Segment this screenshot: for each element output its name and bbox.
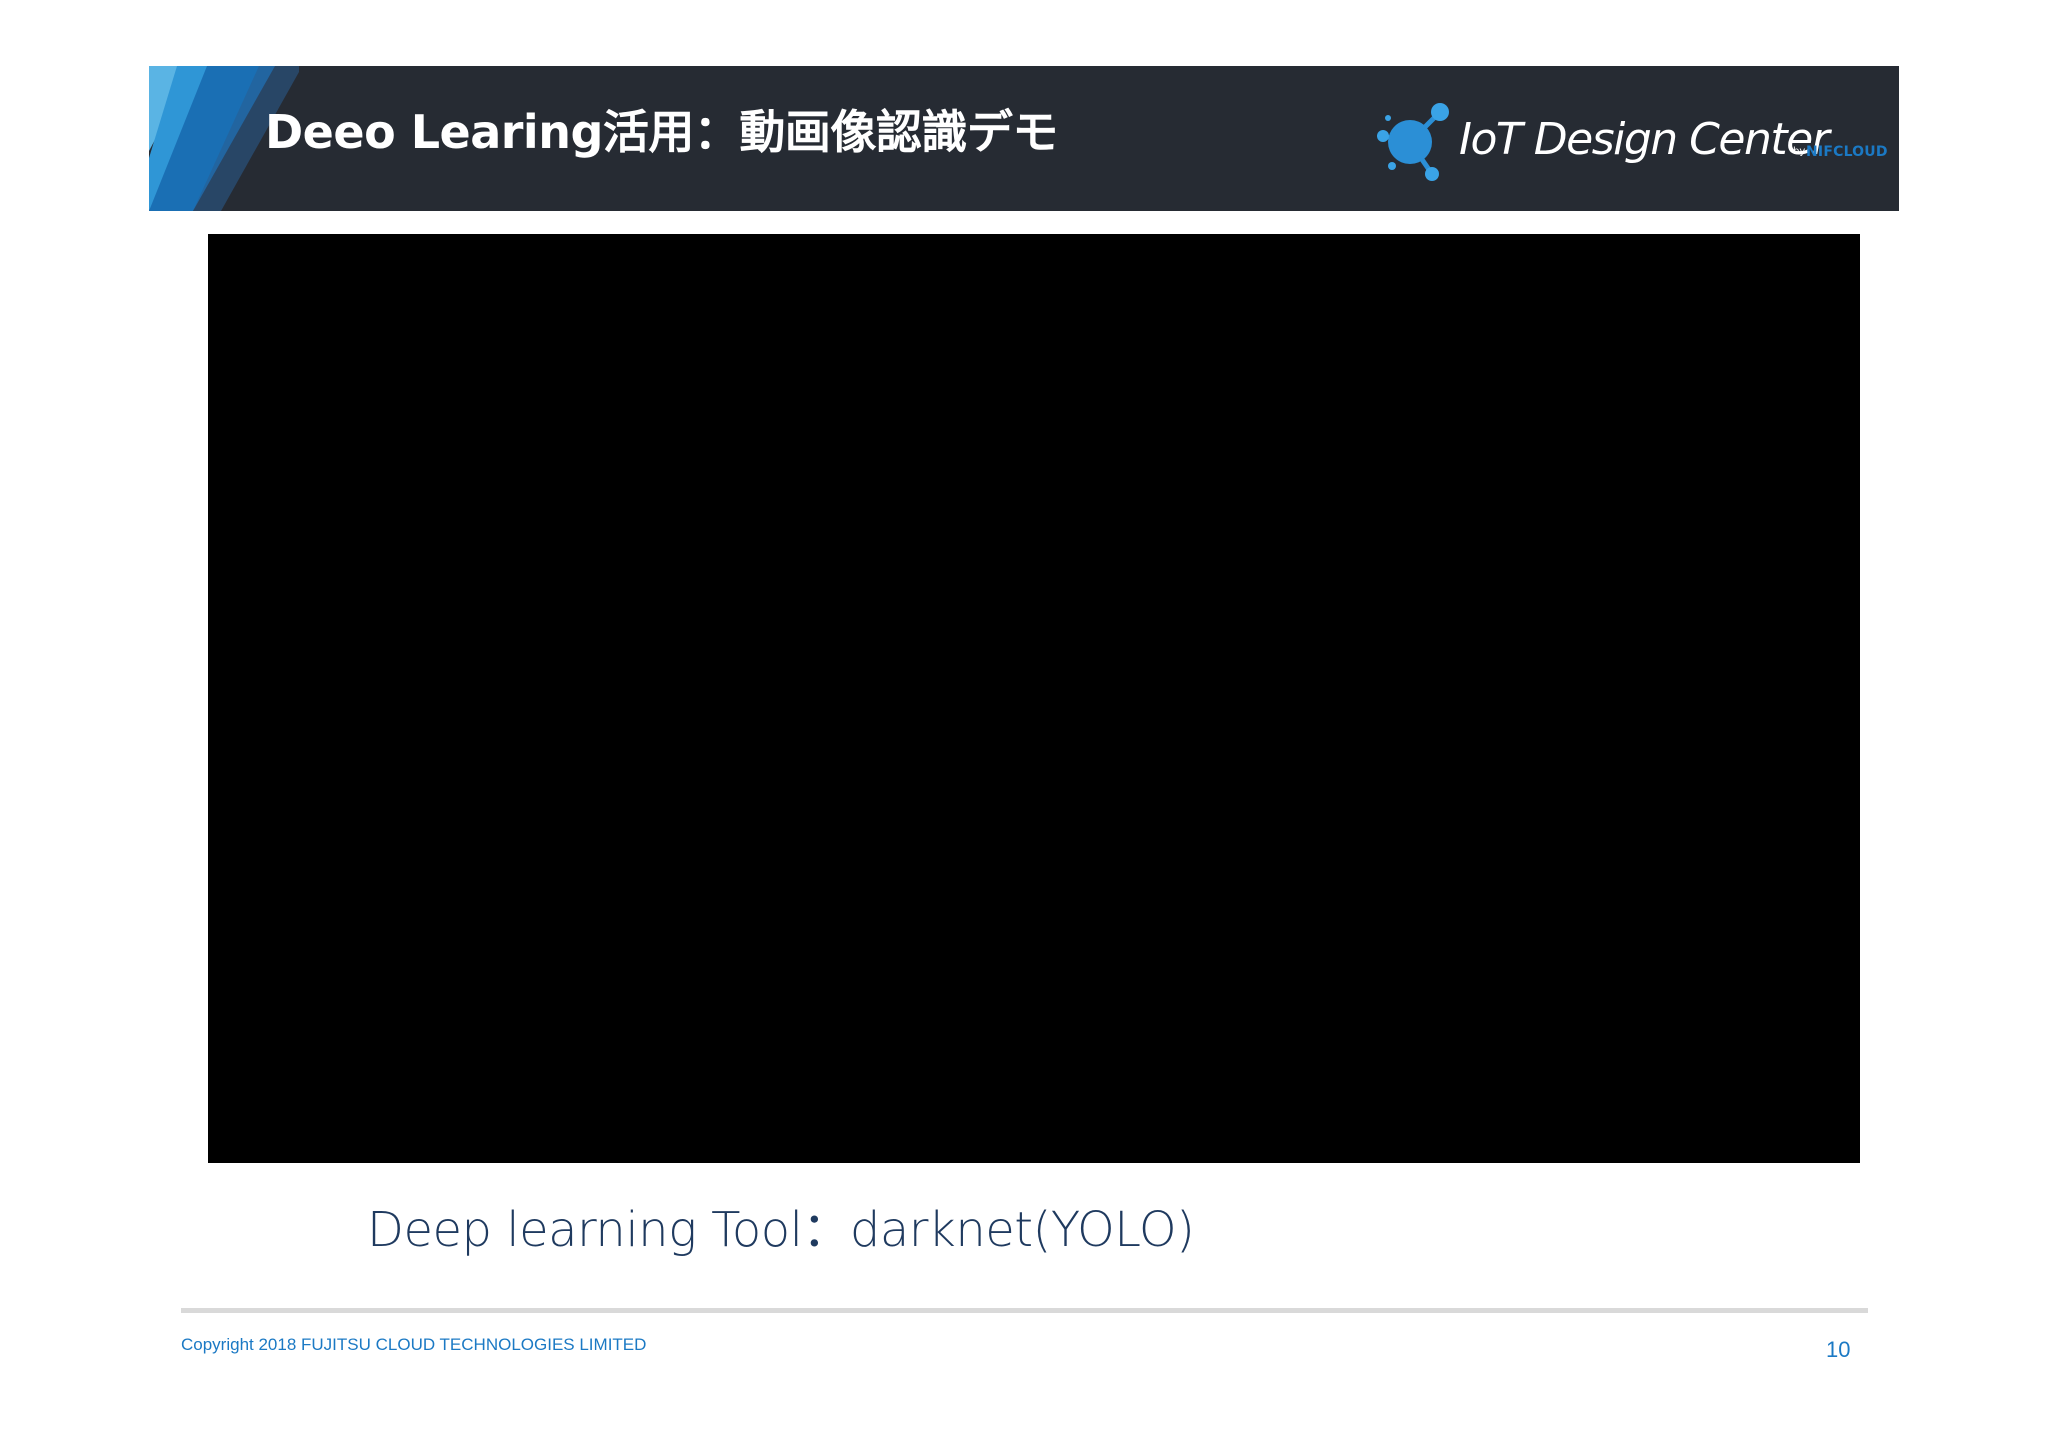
logo-wordmark: IoT Design Center <box>1459 114 1830 165</box>
slide-title: Deeo Learing活用：動画像認識デモ <box>265 105 1058 159</box>
page-number: 10 <box>1826 1337 1851 1362</box>
logo-brand-nifcloud: NIFCLOUD <box>1806 144 1888 160</box>
iot-design-center-logo: IoT Design Center by NIFCLOUD <box>1374 86 1887 196</box>
copyright-text: Copyright 2018 FUJITSU CLOUD TECHNOLOGIE… <box>181 1335 647 1354</box>
iot-molecule-icon <box>1377 103 1449 181</box>
slide-caption: Deep learning Tool：darknet(YOLO) <box>367 1202 1195 1258</box>
slide-header: Deeo Learing活用：動画像認識デモ IoT Design Center… <box>149 66 1899 211</box>
logo-by-label: by <box>1793 146 1806 157</box>
video-player[interactable] <box>208 234 1860 1163</box>
footer-divider <box>181 1308 1868 1313</box>
